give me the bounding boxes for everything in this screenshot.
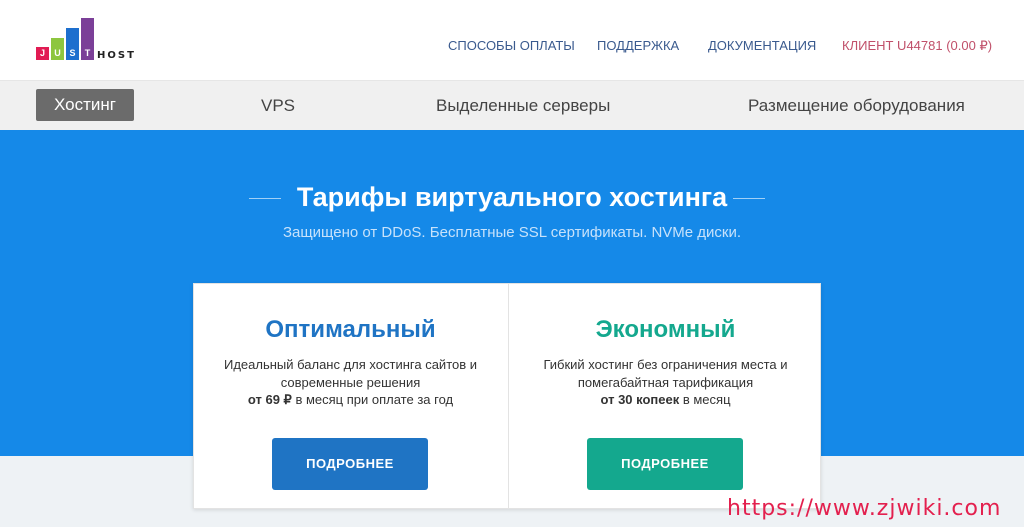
logo-letter: T <box>84 48 91 58</box>
plan-price-period: в месяц при оплате за год <box>291 392 454 407</box>
menu-item-hosting[interactable]: Хостинг <box>36 89 134 121</box>
logo-host-text: HOST <box>97 50 136 61</box>
link-payment-methods[interactable]: СПОСОБЫ ОПЛАТЫ <box>448 38 575 53</box>
top-bar: J U S T HOST СПОСОБЫ ОПЛАТЫ ПОДДЕРЖКА ДО… <box>0 0 1024 80</box>
plan-price-value: от 30 копеек <box>600 392 680 407</box>
menu-item-vps[interactable]: VPS <box>261 81 295 131</box>
plan-price: от 30 копеек в месяц <box>509 392 822 407</box>
plan-price: от 69 ₽ в месяц при оплате за год <box>194 392 507 408</box>
client-account-link[interactable]: КЛИЕНТ U44781 (0.00 ₽) <box>842 38 992 54</box>
main-menu: Хостинг VPS Выделенные серверы Размещени… <box>0 80 1024 130</box>
menu-item-colocation[interactable]: Размещение оборудования <box>748 81 965 131</box>
watermark-url: https://www.zjwiki.com <box>727 496 1002 521</box>
more-button-optimal[interactable]: ПОДРОБНЕЕ <box>272 438 428 490</box>
logo-letter: J <box>39 48 45 58</box>
title-divider-right <box>733 198 765 199</box>
plan-cards: Оптимальный Идеальный баланс для хостинг… <box>193 283 821 509</box>
plan-card-optimal: Оптимальный Идеальный баланс для хостинг… <box>194 284 507 508</box>
page-title: Тарифы виртуального хостинга <box>296 182 728 212</box>
link-support[interactable]: ПОДДЕРЖКА <box>597 38 679 53</box>
plan-description: Гибкий хостинг без ограничения места и п… <box>543 357 788 390</box>
link-documentation[interactable]: ДОКУМЕНТАЦИЯ <box>708 38 816 53</box>
plan-title: Оптимальный <box>265 316 436 343</box>
logo-letter: S <box>69 48 76 58</box>
plan-price-value: от 69 ₽ <box>247 392 292 407</box>
plan-card-economy: Экономный Гибкий хостинг без ограничения… <box>508 284 822 508</box>
menu-item-dedicated-servers[interactable]: Выделенные серверы <box>436 81 610 131</box>
plan-description: Идеальный баланс для хостинга сайтов и с… <box>223 357 478 390</box>
more-button-economy[interactable]: ПОДРОБНЕЕ <box>587 438 743 490</box>
page-subtitle: Защищено от DDoS. Бесплатные SSL сертифи… <box>282 224 742 241</box>
plan-price-period: в месяц <box>679 392 731 407</box>
plan-title: Экономный <box>595 316 736 343</box>
justhost-logo[interactable]: J U S T HOST <box>36 18 176 64</box>
logo-letter: U <box>54 48 61 58</box>
